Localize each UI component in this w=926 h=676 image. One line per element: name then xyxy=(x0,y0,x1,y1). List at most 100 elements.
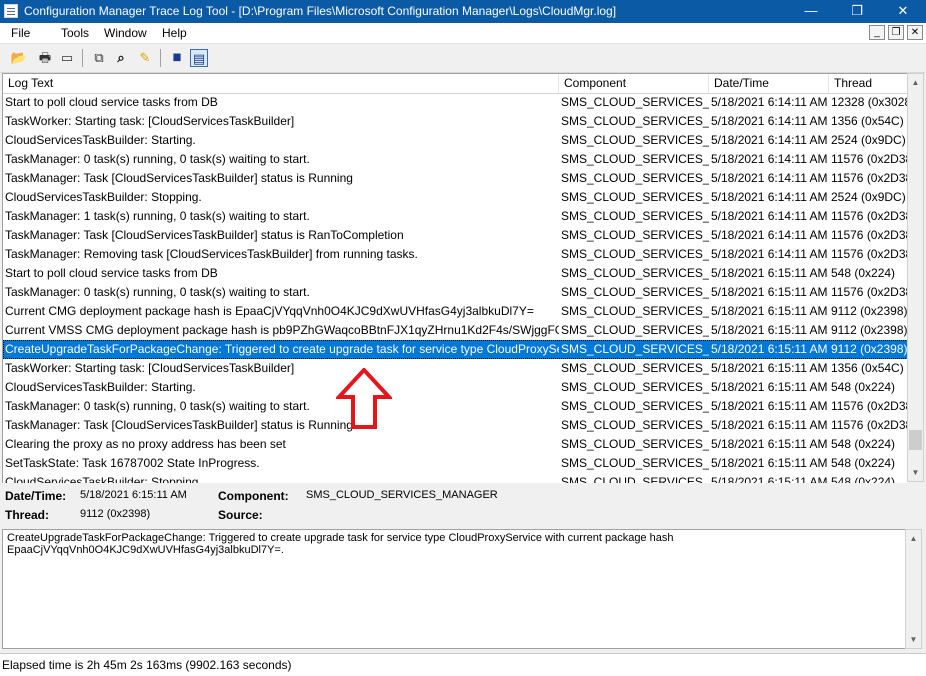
thread-cell: 2524 (0x9DC) xyxy=(831,133,906,147)
pause-icon[interactable]: ▮▮ xyxy=(167,49,185,67)
log-row[interactable]: CloudServicesTaskBuilder: Starting. SMS_C… xyxy=(3,378,908,397)
log-row[interactable]: CloudServicesTaskBuilder: Starting. SMS_C… xyxy=(3,131,908,150)
column-header-log-text[interactable]: Log Text xyxy=(3,74,559,93)
mdi-restore-button[interactable]: ❐ xyxy=(888,25,904,40)
component-cell: SMS_CLOUD_SERVICES_MA xyxy=(561,95,709,109)
log-row[interactable]: TaskManager: 0 task(s) running, 0 task(s… xyxy=(3,150,908,169)
datetime-cell: 5/18/2021 6:15:11 AM xyxy=(711,418,828,432)
menu-window[interactable]: Window xyxy=(104,26,147,40)
component-cell: SMS_CLOUD_SERVICES_MA xyxy=(561,399,709,413)
log-row[interactable]: TaskWorker: Starting task: [CloudService… xyxy=(3,359,908,378)
scroll-up-icon[interactable]: ▲ xyxy=(908,74,923,91)
log-scrollbar[interactable]: ▲ ▼ xyxy=(907,73,924,482)
component-cell: SMS_CLOUD_SERVICES_MA xyxy=(561,171,709,185)
mdi-minimize-button[interactable]: _ xyxy=(869,25,885,40)
component-cell: SMS_CLOUD_SERVICES_MA xyxy=(561,456,709,470)
thread-cell: 11576 (0x2D38 xyxy=(831,228,908,242)
log-row[interactable]: SetTaskState: Task 16787002 State InProg… xyxy=(3,454,908,473)
component-cell: SMS_CLOUD_SERVICES_MA xyxy=(561,418,709,432)
message-scrollbar[interactable]: ▲ ▼ xyxy=(905,529,922,649)
datetime-cell: 5/18/2021 6:14:11 AM xyxy=(711,228,828,242)
open-alt-icon[interactable]: ▭ xyxy=(58,49,76,67)
toolbar-separator xyxy=(82,49,83,67)
status-bar: Elapsed time is 2h 45m 2s 163ms (9902.16… xyxy=(0,653,926,676)
elapsed-time-status: Elapsed time is 2h 45m 2s 163ms (9902.16… xyxy=(2,658,292,672)
log-row[interactable]: Clearing the proxy as no proxy address h… xyxy=(3,435,908,454)
datetime-cell: 5/18/2021 6:14:11 AM xyxy=(711,171,828,185)
log-row[interactable]: TaskWorker: Starting task: [CloudService… xyxy=(3,112,908,131)
scroll-thumb[interactable] xyxy=(909,430,922,450)
open-icon[interactable]: 📂 xyxy=(10,49,28,67)
message-scroll-up-icon[interactable]: ▲ xyxy=(906,530,921,547)
log-row-selected[interactable]: CreateUpgradeTaskForPackageChange: Trigg… xyxy=(3,340,908,359)
copy-icon[interactable]: ⧉ xyxy=(90,49,108,67)
datetime-cell: 5/18/2021 6:14:11 AM xyxy=(711,114,828,128)
thread-cell: 9112 (0x2398) xyxy=(831,323,908,337)
log-row[interactable]: TaskManager: Task [CloudServicesTaskBuil… xyxy=(3,169,908,188)
datetime-cell: 5/18/2021 6:15:11 AM xyxy=(711,361,828,375)
message-scroll-down-icon[interactable]: ▼ xyxy=(906,631,921,648)
toolbar-separator xyxy=(160,49,161,67)
log-row[interactable]: TaskManager: 0 task(s) running, 0 task(s… xyxy=(3,283,908,302)
log-row[interactable]: Start to poll cloud service tasks from D… xyxy=(3,264,908,283)
toolbar: 📂 🖶 ▭ ⧉ ⌕ ✎ ▮▮ ▤ xyxy=(0,44,926,73)
thread-cell: 1356 (0x54C) xyxy=(831,361,904,375)
column-header-thread[interactable]: Thread xyxy=(829,74,908,93)
close-button[interactable]: ✕ xyxy=(880,0,926,23)
mdi-close-button[interactable]: ✕ xyxy=(907,25,923,40)
log-row[interactable]: Start to poll cloud service tasks from D… xyxy=(3,93,908,112)
log-list[interactable]: Log Text Component Date/Time Thread Star… xyxy=(2,73,908,484)
log-text-cell: TaskManager: 0 task(s) running, 0 task(s… xyxy=(5,152,310,166)
log-text-cell: TaskWorker: Starting task: [CloudService… xyxy=(5,114,295,128)
component-cell: SMS_CLOUD_SERVICES_MA xyxy=(561,323,709,337)
component-cell: SMS_CLOUD_SERVICES_MA xyxy=(561,114,709,128)
menu-tools[interactable]: Tools xyxy=(61,26,89,40)
datetime-cell: 5/18/2021 6:14:11 AM xyxy=(711,95,828,109)
maximize-button[interactable]: ❐ xyxy=(834,0,880,23)
log-text-cell: Start to poll cloud service tasks from D… xyxy=(5,266,218,280)
datetime-cell: 5/18/2021 6:15:11 AM xyxy=(711,342,828,356)
message-text: CreateUpgradeTaskForPackageChange: Trigg… xyxy=(7,532,674,556)
menu-bar: File Tools Window Help _ ❐ ✕ xyxy=(0,23,926,44)
datetime-cell: 5/18/2021 6:14:11 AM xyxy=(711,152,828,166)
datetime-value: 5/18/2021 6:15:11 AM xyxy=(80,489,187,501)
log-text-cell: TaskManager: Removing task [CloudService… xyxy=(5,247,418,261)
show-details-icon[interactable]: ▤ xyxy=(190,49,208,67)
thread-cell: 11576 (0x2D38 xyxy=(831,285,908,299)
print-icon[interactable]: 🖶 xyxy=(36,49,54,67)
log-text-cell: Current CMG deployment package hash is E… xyxy=(5,304,534,318)
thread-cell: 11576 (0x2D38 xyxy=(831,152,908,166)
datetime-cell: 5/18/2021 6:15:11 AM xyxy=(711,456,828,470)
highlight-icon[interactable]: ✎ xyxy=(136,49,154,67)
menu-file[interactable]: File xyxy=(11,26,30,40)
component-cell: SMS_CLOUD_SERVICES_MA xyxy=(561,247,709,261)
thread-cell: 548 (0x224) xyxy=(831,437,896,451)
datetime-cell: 5/18/2021 6:14:11 AM xyxy=(711,247,828,261)
log-row[interactable]: TaskManager: Task [CloudServicesTaskBuil… xyxy=(3,226,908,245)
column-header-datetime[interactable]: Date/Time xyxy=(709,74,829,93)
log-row[interactable]: TaskManager: Removing task [CloudService… xyxy=(3,245,908,264)
column-header-component[interactable]: Component xyxy=(559,74,709,93)
message-textbox[interactable]: CreateUpgradeTaskForPackageChange: Trigg… xyxy=(2,529,907,649)
log-row[interactable]: CloudServicesTaskBuilder: Stopping. SMS_C… xyxy=(3,188,908,207)
log-text-cell: TaskManager: Task [CloudServicesTaskBuil… xyxy=(5,228,404,242)
log-row[interactable]: TaskManager: Task [CloudServicesTaskBuil… xyxy=(3,416,908,435)
log-row[interactable]: TaskManager: 0 task(s) running, 0 task(s… xyxy=(3,397,908,416)
minimize-button[interactable]: — xyxy=(788,0,834,23)
log-row[interactable]: Current CMG deployment package hash is E… xyxy=(3,302,908,321)
log-text-cell: CloudServicesTaskBuilder: Stopping. xyxy=(5,190,202,204)
scroll-down-icon[interactable]: ▼ xyxy=(908,464,923,481)
title-bar: Configuration Manager Trace Log Tool - [… xyxy=(0,0,926,23)
log-row[interactable]: Current VMSS CMG deployment package hash… xyxy=(3,321,908,340)
log-text-cell: TaskManager: 0 task(s) running, 0 task(s… xyxy=(5,285,310,299)
log-text-cell: Start to poll cloud service tasks from D… xyxy=(5,95,218,109)
log-text-cell: TaskWorker: Starting task: [CloudService… xyxy=(5,361,295,375)
component-value: SMS_CLOUD_SERVICES_MANAGER xyxy=(306,489,498,501)
component-cell: SMS_CLOUD_SERVICES_MA xyxy=(561,342,709,356)
log-row[interactable]: TaskManager: 1 task(s) running, 0 task(s… xyxy=(3,207,908,226)
menu-help[interactable]: Help xyxy=(162,26,187,40)
datetime-label: Date/Time: xyxy=(5,489,67,503)
log-text-cell: TaskManager: 0 task(s) running, 0 task(s… xyxy=(5,399,310,413)
datetime-cell: 5/18/2021 6:14:11 AM xyxy=(711,209,828,223)
find-icon[interactable]: ⌕ xyxy=(112,49,130,67)
